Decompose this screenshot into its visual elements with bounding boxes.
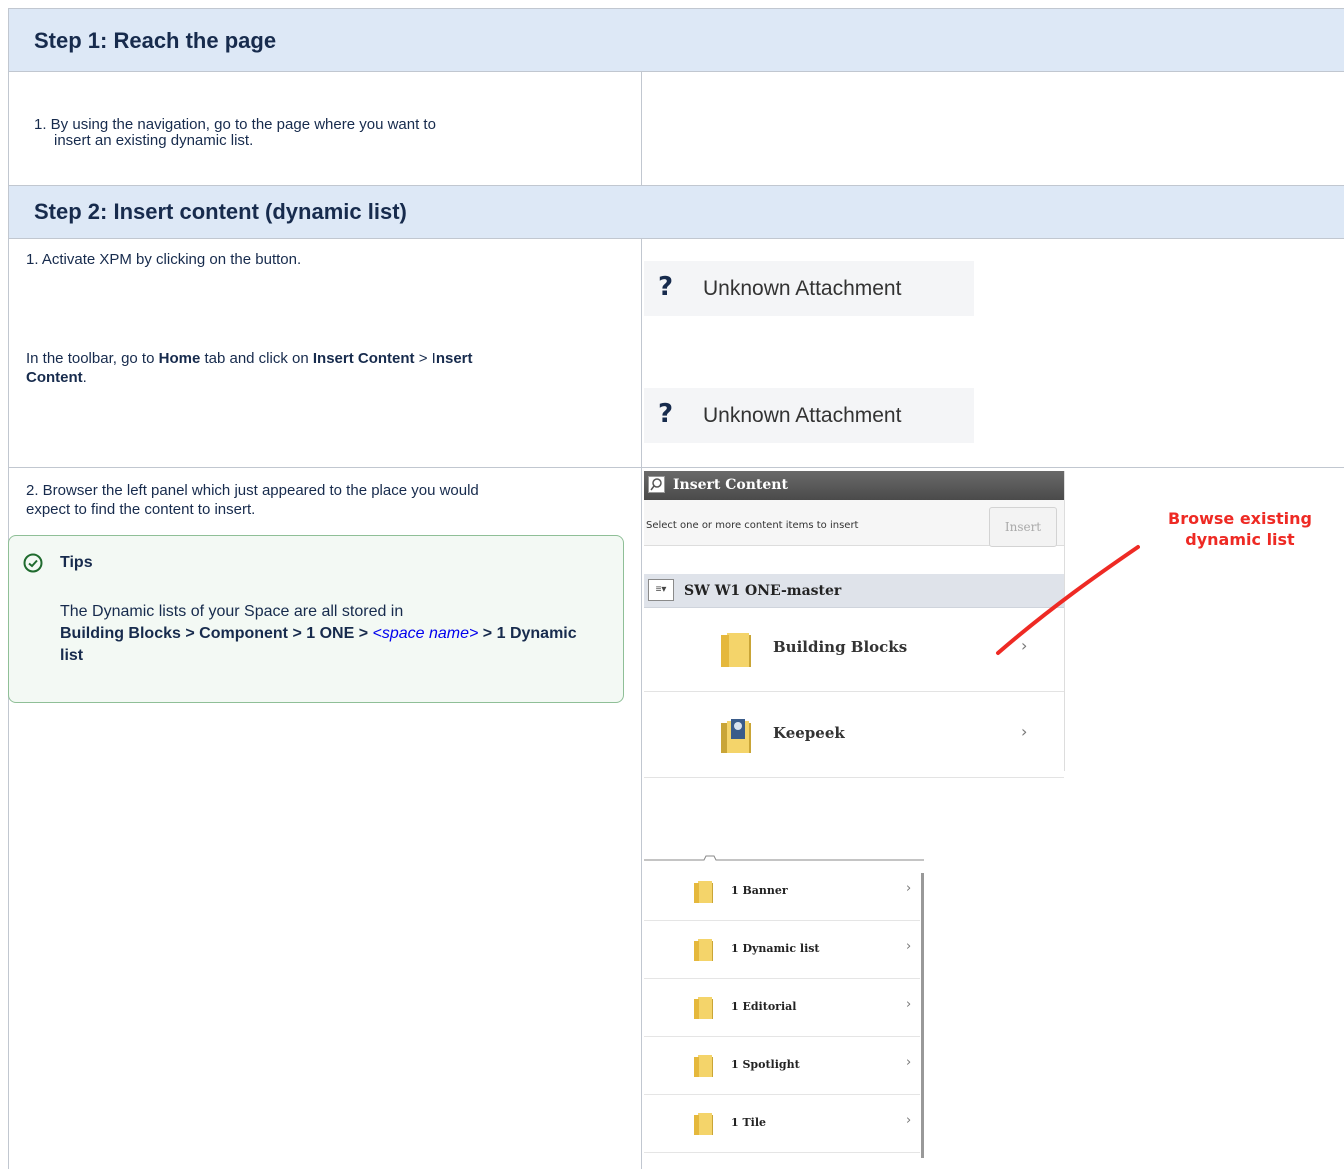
subfolder-panel: 1 Banner › 1 Dynamic list › 1 Editorial … xyxy=(644,855,924,1158)
folder-icon xyxy=(694,997,713,1019)
insert-button[interactable]: Insert xyxy=(989,507,1057,547)
folder-label: 1 Spotlight xyxy=(731,1058,800,1071)
tips-body: The Dynamic lists of your Space are all … xyxy=(60,603,577,664)
check-circle-icon xyxy=(23,553,43,573)
scrollbar[interactable] xyxy=(921,873,924,1158)
annotation-arrow-line xyxy=(996,545,1140,655)
tab-strip xyxy=(644,855,924,861)
list-item[interactable]: 1 Spotlight › xyxy=(644,1037,920,1095)
folder-icon xyxy=(694,1113,713,1135)
folder-icon xyxy=(694,939,713,961)
selection-hint: Select one or more content items to inse… xyxy=(646,520,859,531)
folder-label: 1 Editorial xyxy=(731,1000,797,1013)
list-item[interactable]: Keepeek › xyxy=(644,692,1064,778)
folder-icon xyxy=(694,881,713,903)
chevron-right-icon: › xyxy=(1021,722,1028,741)
list-item[interactable]: 1 Editorial › xyxy=(644,979,920,1037)
step1-header: Step 1: Reach the page xyxy=(9,9,1344,72)
folder-label: 1 Dynamic list xyxy=(731,942,820,955)
insert-content-title: Insert Content xyxy=(673,477,788,493)
folder-icon xyxy=(721,633,751,667)
step2-header: Step 2: Insert content (dynamic list) xyxy=(9,186,1344,239)
search-icon[interactable] xyxy=(648,476,665,493)
step1-item1: 1. By using the navigation, go to the pa… xyxy=(34,116,436,149)
chevron-right-icon: › xyxy=(906,881,912,896)
folder-label: Keepeek xyxy=(773,724,845,742)
list-item[interactable]: 1 Tile › xyxy=(644,1095,920,1153)
step2-toolbar-text: In the toolbar, go to Home tab and click… xyxy=(26,350,473,386)
unknown-attachment[interactable]: ? Unknown Attachment xyxy=(644,388,974,443)
page: { "step1": { "title": "Step 1: Reach the… xyxy=(0,0,1344,1169)
insert-content-header: Insert Content xyxy=(644,471,1064,500)
question-icon: ? xyxy=(658,272,674,302)
step2-activate-text: 1. Activate XPM by clicking on the butto… xyxy=(26,251,302,268)
unknown-attachment[interactable]: ? Unknown Attachment xyxy=(644,261,974,316)
keepeek-folder-icon xyxy=(721,719,751,753)
tips-title: Tips xyxy=(60,554,93,571)
tips-panel: Tips The Dynamic lists of your Space are… xyxy=(8,535,624,703)
folder-label: 1 Banner xyxy=(731,884,788,897)
annotation-label: Browse existing dynamic list xyxy=(1168,509,1312,549)
chevron-right-icon: › xyxy=(906,1113,912,1128)
chevron-right-icon: › xyxy=(906,1055,912,1070)
step2-browse-text: 2. Browser the left panel which just app… xyxy=(26,482,479,518)
chevron-right-icon: › xyxy=(906,997,912,1012)
step2-title: Step 2: Insert content (dynamic list) xyxy=(34,199,407,224)
selection-bar: Select one or more content items to inse… xyxy=(644,500,1064,547)
folder-label: Building Blocks xyxy=(773,638,908,656)
step1-title: Step 1: Reach the page xyxy=(34,28,277,53)
publication-name: SW W1 ONE-master xyxy=(684,583,842,599)
list-item[interactable]: 1 Banner › xyxy=(644,863,920,921)
list-item[interactable]: 1 Dynamic list › xyxy=(644,921,920,979)
space-name-link[interactable]: <space name> xyxy=(373,625,479,642)
tree-dropdown-icon[interactable]: ≡▾ xyxy=(648,579,674,601)
column-divider xyxy=(641,239,642,1169)
folder-label: 1 Tile xyxy=(731,1116,767,1129)
column-divider xyxy=(641,72,642,185)
chevron-right-icon: › xyxy=(906,939,912,954)
attachment-label: Unknown Attachment xyxy=(703,404,902,427)
divider xyxy=(9,467,1344,468)
attachment-label: Unknown Attachment xyxy=(703,277,902,300)
folder-icon xyxy=(694,1055,713,1077)
question-icon: ? xyxy=(658,399,674,429)
